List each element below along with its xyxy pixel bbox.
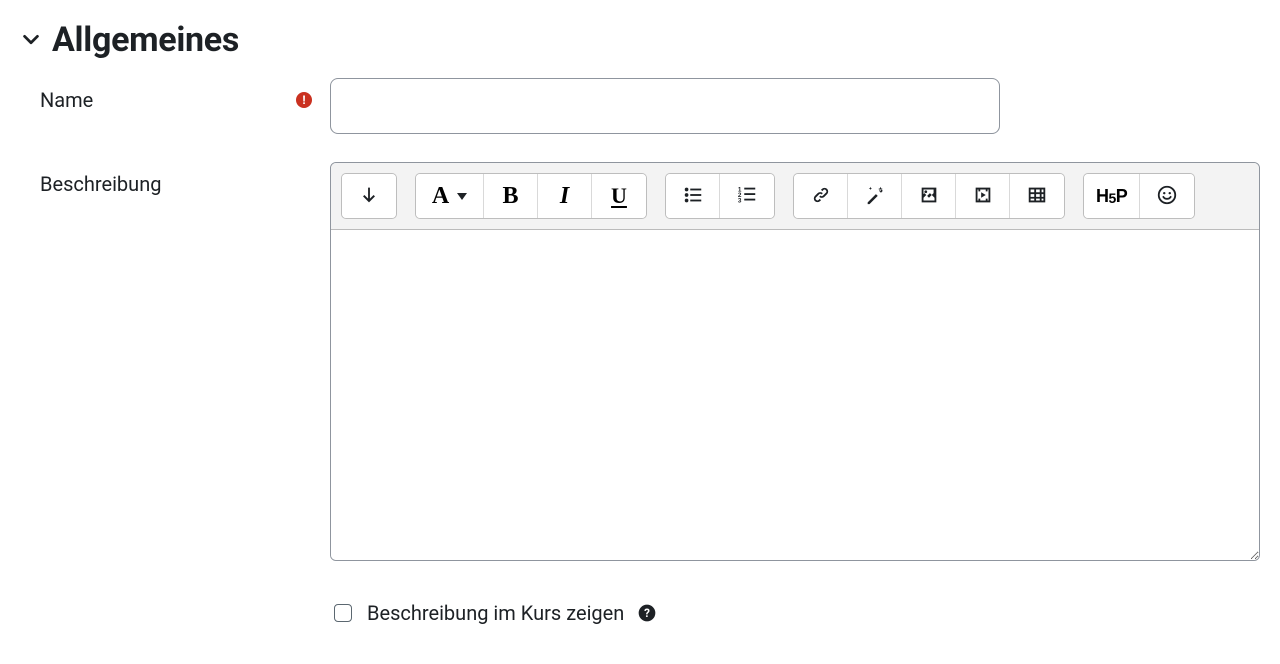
label-name: Name ! xyxy=(20,78,330,112)
toolbar-group-expand xyxy=(341,173,397,219)
rich-text-editor: A B I U xyxy=(330,162,1260,561)
toolbar-group-insert xyxy=(793,173,1065,219)
show-description-label: Beschreibung im Kurs zeigen xyxy=(367,601,624,625)
name-input[interactable] xyxy=(330,78,1000,134)
emoji-icon xyxy=(1156,184,1178,209)
bold-button[interactable]: B xyxy=(484,174,538,218)
show-description-row: Beschreibung im Kurs zeigen ? xyxy=(20,601,1260,625)
description-label-text: Beschreibung xyxy=(40,172,161,196)
chevron-down-icon xyxy=(20,29,42,51)
media-icon xyxy=(972,184,994,209)
form-row-description: Beschreibung A xyxy=(20,162,1260,561)
ordered-list-icon: 123 xyxy=(736,184,758,209)
editor-toolbar: A B I U xyxy=(331,163,1259,230)
paragraph-style-button[interactable]: A xyxy=(416,174,484,218)
label-description: Beschreibung xyxy=(20,162,330,196)
show-description-checkbox[interactable] xyxy=(334,604,352,622)
h5p-icon: H5P xyxy=(1096,186,1127,207)
unordered-list-button[interactable] xyxy=(666,174,720,218)
bold-icon: B xyxy=(502,183,518,210)
table-icon xyxy=(1026,184,1048,209)
emoji-button[interactable] xyxy=(1140,174,1194,218)
underline-button[interactable]: U xyxy=(592,174,646,218)
link-icon xyxy=(810,184,832,209)
name-label-text: Name xyxy=(40,88,93,112)
italic-icon: I xyxy=(560,183,569,210)
paragraph-style-icon: A xyxy=(432,183,449,210)
ordered-list-button[interactable]: 123 xyxy=(720,174,774,218)
svg-text:?: ? xyxy=(644,606,650,620)
svg-text:3: 3 xyxy=(738,197,742,204)
image-icon xyxy=(918,184,940,209)
table-button[interactable] xyxy=(1010,174,1064,218)
unordered-list-icon xyxy=(682,184,704,209)
caret-down-icon xyxy=(457,193,467,200)
toolbar-group-text: A B I U xyxy=(415,173,647,219)
toolbar-group-lists: 123 xyxy=(665,173,775,219)
link-button[interactable] xyxy=(794,174,848,218)
italic-button[interactable]: I xyxy=(538,174,592,218)
toolbar-expand-button[interactable] xyxy=(342,174,396,218)
h5p-button[interactable]: H5P xyxy=(1084,174,1140,218)
required-icon: ! xyxy=(296,92,312,108)
section-header[interactable]: Allgemeines xyxy=(20,20,1260,60)
toolbar-expand-icon xyxy=(358,184,380,209)
form-row-name: Name ! xyxy=(20,78,1260,134)
underline-icon: U xyxy=(611,183,627,209)
help-icon[interactable]: ? xyxy=(636,602,658,624)
media-button[interactable] xyxy=(956,174,1010,218)
magic-wand-icon xyxy=(864,184,886,209)
toolbar-group-extras: H5P xyxy=(1083,173,1195,219)
image-button[interactable] xyxy=(902,174,956,218)
description-textarea[interactable] xyxy=(331,230,1259,560)
section-title: Allgemeines xyxy=(52,20,239,60)
unlink-button[interactable] xyxy=(848,174,902,218)
